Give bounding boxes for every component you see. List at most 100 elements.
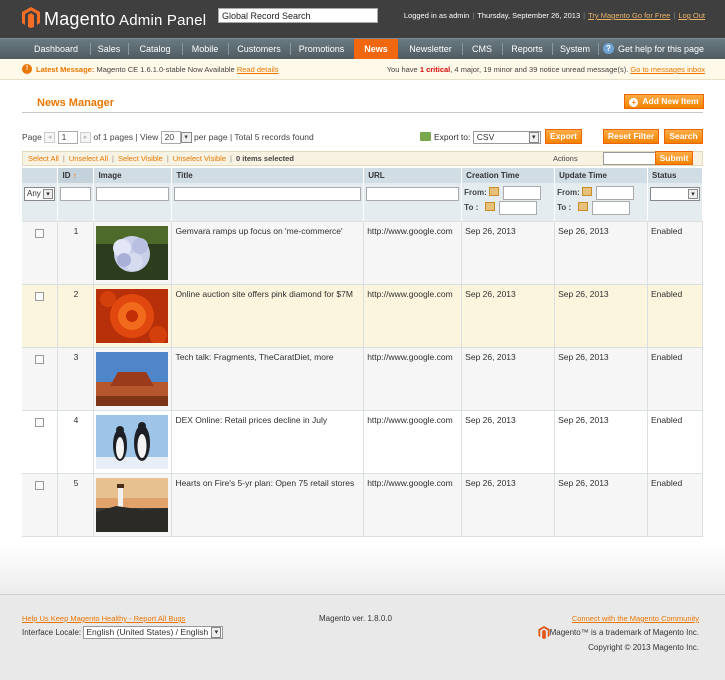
title-divider [22,112,703,113]
header: Magento Admin Panel Logged in as admin|T… [0,0,725,38]
message-summary: You have 1 critical, 4 major, 19 minor a… [387,65,705,74]
export-label: Export to: [434,132,471,142]
export-format-select[interactable]: CSV ▾ [472,131,541,145]
locale-select[interactable]: English (United States) / English ▾ [83,626,224,640]
row-updated: Sep 26, 2013 [554,221,648,285]
col-title[interactable]: Title [171,168,365,183]
report-bugs-link[interactable]: Help Us Keep Magento Healthy - Report Al… [22,614,185,623]
table-row[interactable]: 3 Tech talk: Fragments, TheCaratDiet, mo… [22,347,704,411]
grid-filter-row: Any ▾ From: To : From: To : ▾ [22,183,704,222]
col-creation-time[interactable]: Creation Time [461,168,556,183]
row-checkbox[interactable] [35,417,45,427]
community-link[interactable]: Connect with the Magento Community [572,614,699,623]
row-checkbox[interactable] [35,354,45,364]
logout-link[interactable]: Log Out [678,11,705,20]
table-row[interactable]: 4 DEX Online: Retail prices decline in J… [22,410,704,474]
row-id: 4 [57,410,95,474]
chevron-down-icon[interactable]: ▾ [180,132,192,144]
row-checkbox[interactable] [35,228,45,238]
url-filter-input[interactable] [366,187,460,201]
row-title: DEX Online: Retail prices decline in Jul… [171,410,365,474]
nav-newsletter[interactable]: Newsletter [399,39,462,59]
submit-button[interactable]: Submit [655,151,693,165]
per-page-select[interactable]: 20 [160,131,181,145]
row-created: Sep 26, 2013 [461,284,556,348]
calendar-icon[interactable] [488,187,499,196]
row-checkbox[interactable] [35,291,45,301]
id-filter-input[interactable] [60,187,92,201]
nav-news[interactable]: News [354,39,398,59]
chevron-down-icon: ▾ [528,132,539,144]
col-update-time[interactable]: Update Time [554,168,648,183]
col-id[interactable]: ID ↑ [57,168,95,183]
nav-sales[interactable]: Sales [90,39,128,59]
nav-catalog[interactable]: Catalog [128,39,182,59]
next-page-icon[interactable]: ▸ [79,132,91,144]
main-nav: Dashboard Sales Catalog Mobile Customers… [0,38,725,59]
add-new-item-button[interactable]: + Add New Item [624,94,704,109]
help-link[interactable]: Get help for this page [618,39,704,59]
row-url: http://www.google.com [363,410,463,474]
chevron-down-icon: ▾ [688,189,698,199]
row-title: Tech talk: Fragments, TheCaratDiet, more [171,347,365,411]
row-url: http://www.google.com [363,347,463,411]
magento-logo-icon[interactable] [22,7,40,28]
read-details-link[interactable]: Read details [237,65,279,74]
updated-to-input[interactable] [592,200,631,215]
updated-from-input[interactable] [595,185,634,200]
nav-system[interactable]: System [552,39,598,59]
table-row[interactable]: 2 Online auction site offers pink diamon… [22,284,704,348]
help-icon[interactable]: ? [603,43,614,54]
nav-customers[interactable]: Customers [228,39,290,59]
select-visible-link[interactable]: Select Visible [118,154,163,163]
select-filter[interactable]: Any ▾ [24,187,55,201]
nav-mobile[interactable]: Mobile [182,39,228,59]
unselect-visible-link[interactable]: Unselect Visible [173,154,226,163]
search-button[interactable]: Search [664,129,703,144]
add-new-item-label: Add New Item [642,96,699,106]
reset-filter-button[interactable]: Reset Filter [603,129,659,144]
select-all-link[interactable]: Select All [28,154,59,163]
try-magento-go-link[interactable]: Try Magento Go for Free [588,11,670,20]
export-button[interactable]: Export [545,129,582,144]
prev-page-icon[interactable]: ◂ [44,132,56,144]
row-status: Enabled [647,473,704,537]
row-updated: Sep 26, 2013 [554,410,648,474]
status-filter-select[interactable]: ▾ [649,187,700,201]
news-thumbnail-image [96,225,169,280]
unselect-all-link[interactable]: Unselect All [69,154,108,163]
nav-dashboard[interactable]: Dashboard [22,39,90,59]
calendar-icon[interactable] [581,187,592,196]
calendar-icon[interactable] [578,202,589,211]
col-url[interactable]: URL [363,168,463,183]
row-url: http://www.google.com [363,221,463,285]
magento-logo-icon [538,626,550,639]
nav-promotions[interactable]: Promotions [290,39,353,59]
chevron-down-icon: ▾ [43,189,53,199]
per-page-text: per page [194,132,228,142]
title-filter-input[interactable] [174,187,362,201]
updated-to-label: To : [557,203,572,212]
critical-label: critical [426,65,451,74]
messages-inbox-link[interactable]: Go to messages inbox [630,65,705,74]
created-from-input[interactable] [502,185,541,200]
row-title: Online auction site offers pink diamond … [171,284,365,348]
table-row[interactable]: 5 Hearts on Fire's 5-yr plan: Open 75 re… [22,473,704,537]
row-checkbox[interactable] [35,480,45,490]
col-image[interactable]: Image [93,168,173,183]
image-filter-input[interactable] [96,187,170,201]
massaction-bar: Select All | Unselect All | Select Visible | U… [22,151,703,166]
created-to-label: To : [464,203,479,212]
col-status[interactable]: Status [647,168,704,183]
global-search-input[interactable] [218,8,378,23]
created-to-input[interactable] [499,200,538,215]
nav-cms[interactable]: CMS [462,39,502,59]
created-from-label: From: [464,188,487,197]
row-url: http://www.google.com [363,473,463,537]
page-input[interactable]: 1 [57,131,78,145]
table-row[interactable]: 1 Gemvara ramps up focus on 'me-commerce… [22,221,704,285]
of-pages-text: of 1 pages [93,132,134,142]
nav-reports[interactable]: Reports [502,39,552,59]
calendar-icon[interactable] [485,202,496,211]
logo-main: Magento [44,9,116,29]
